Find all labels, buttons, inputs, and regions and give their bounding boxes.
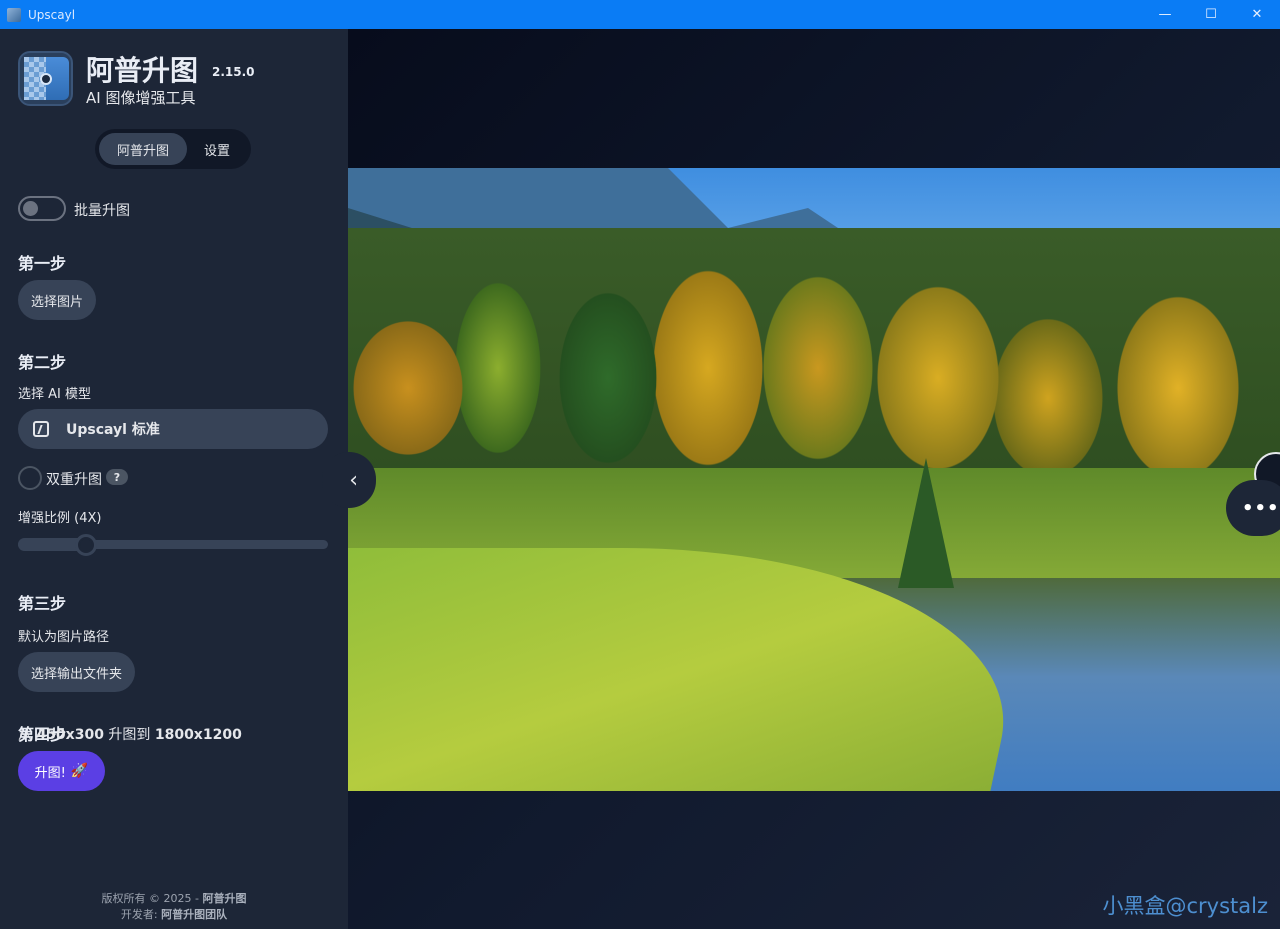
- help-icon[interactable]: ?: [106, 469, 128, 485]
- app-name: 阿普升图: [86, 54, 199, 87]
- output-path-label: 默认为图片路径: [18, 630, 110, 645]
- copyright-name[interactable]: 阿普升图: [202, 892, 246, 905]
- upscale-button[interactable]: 升图! 🚀: [18, 751, 105, 791]
- model-value: Upscayl 标准: [66, 422, 160, 438]
- batch-toggle[interactable]: [18, 196, 66, 221]
- select-output-folder-button[interactable]: 选择输出文件夹: [18, 652, 136, 692]
- close-button[interactable]: ✕: [1234, 0, 1280, 29]
- watermark: 小黑盒@crystalz: [1102, 894, 1268, 918]
- collapse-sidebar-button[interactable]: ‹: [322, 452, 376, 508]
- model-label: 选择 AI 模型: [18, 387, 91, 402]
- tab-upscale[interactable]: 阿普升图: [99, 133, 187, 165]
- footer-developer: 开发者: 阿普升图团队: [0, 906, 348, 922]
- resolution-to: 1800x1200: [154, 727, 242, 743]
- developer-name[interactable]: 阿普升图团队: [161, 908, 227, 921]
- sidebar: 阿普升图 2.15.0 AI 图像增强工具 阿普升图 设置 批量升图 第一步 选…: [0, 29, 348, 929]
- more-options-button[interactable]: •••: [1226, 480, 1280, 536]
- resolution-from-prefix: 从: [18, 727, 32, 743]
- app-icon: [7, 7, 21, 22]
- tab-settings[interactable]: 设置: [191, 133, 243, 165]
- app-logo: [18, 51, 73, 106]
- scale-label: 增强比例 (4X): [18, 511, 102, 526]
- logo-slider-dot: [40, 73, 52, 85]
- step1-title: 第一步: [18, 254, 67, 273]
- toggle-knob: [23, 201, 38, 216]
- slider-thumb[interactable]: [75, 534, 97, 556]
- rocket-icon: 🚀: [70, 763, 89, 779]
- double-upscale-label: 双重升图: [46, 472, 102, 488]
- step3-title: 第三步: [18, 594, 67, 613]
- developer-prefix: 开发者:: [120, 908, 158, 921]
- resolution-info: 从 450x300 升图到 1800x1200: [18, 724, 242, 744]
- image-spruce: [898, 458, 954, 588]
- app-version: 2.15.0: [212, 65, 255, 79]
- upscale-button-label: 升图!: [34, 765, 66, 781]
- resolution-mid: 升图到: [108, 727, 151, 743]
- preview-image: [348, 168, 1280, 791]
- window-titlebar: Upscayl — ☐ ✕: [0, 0, 1280, 29]
- minimize-button[interactable]: —: [1142, 0, 1188, 29]
- copyright-prefix: 版权所有 © 2025 -: [101, 892, 199, 905]
- step2-title: 第二步: [18, 353, 67, 372]
- footer-copyright: 版权所有 © 2025 - 阿普升图: [0, 890, 348, 906]
- maximize-button[interactable]: ☐: [1188, 0, 1234, 29]
- window-controls: — ☐ ✕: [1142, 0, 1280, 29]
- batch-toggle-label: 批量升图: [74, 203, 130, 219]
- image-viewer: [348, 29, 1280, 929]
- window-title: Upscayl: [28, 7, 76, 22]
- double-upscale-checkbox[interactable]: [18, 466, 42, 490]
- resolution-from: 450x300: [36, 727, 104, 743]
- model-icon: [33, 421, 49, 437]
- select-image-button[interactable]: 选择图片: [18, 280, 97, 320]
- main-tabs: 阿普升图 设置: [95, 129, 251, 169]
- model-select[interactable]: Upscayl 标准: [18, 409, 328, 449]
- scale-slider[interactable]: [18, 534, 328, 556]
- app-subtitle: AI 图像增强工具: [86, 89, 196, 107]
